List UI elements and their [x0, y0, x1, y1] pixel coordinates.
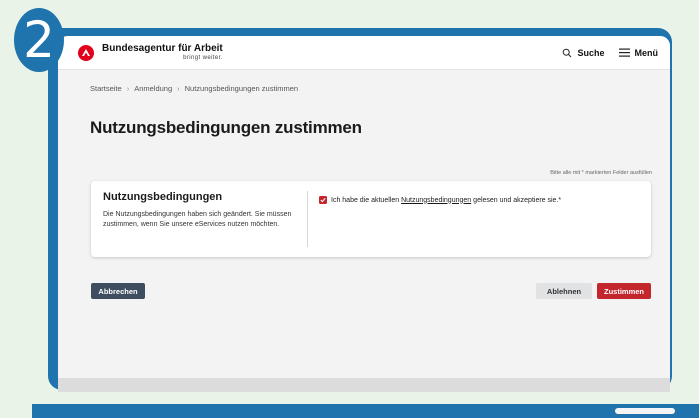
checkmark-icon — [320, 197, 326, 203]
menu-label: Menü — [634, 47, 659, 58]
breadcrumb-item-startseite[interactable]: Startseite — [90, 84, 122, 93]
chevron-right-icon: › — [177, 84, 180, 93]
bottom-pill — [615, 408, 675, 414]
terms-card-title: Nutzungsbedingungen — [103, 191, 223, 203]
search-icon — [563, 48, 572, 57]
menu-button[interactable]: Menü — [618, 47, 659, 58]
breadcrumb: Startseite › Anmeldung › Nutzungsbedingu… — [90, 84, 298, 93]
accept-button[interactable]: Zustimmen — [597, 283, 651, 299]
terms-link[interactable]: Nutzungsbedingungen — [401, 197, 471, 204]
required-fields-hint: Bitte alle mit * markierten Felder ausfü… — [550, 170, 652, 176]
hamburger-menu-icon — [618, 48, 630, 57]
footer-strip — [58, 378, 670, 392]
bottom-bar — [32, 404, 699, 418]
cancel-button[interactable]: Abbrechen — [91, 283, 145, 299]
terms-checkbox[interactable] — [319, 196, 327, 204]
brand-tagline: bringt weiter. — [183, 54, 223, 61]
divider — [307, 191, 308, 247]
search-button[interactable]: Suche — [562, 47, 605, 58]
consent-text-after: gelesen und akzeptiere sie.* — [473, 196, 562, 204]
breadcrumb-item-current: Nutzungsbedingungen zustimmen — [184, 84, 299, 93]
brand-name: Bundesagentur für Arbeit — [102, 43, 223, 55]
terms-card-info: Nutzungsbedingungen Die Nutzungsbedingun… — [103, 191, 293, 230]
consent-text-before: Ich habe die aktuellen — [331, 196, 400, 204]
site-header: Bundesagentur für Arbeit bringt weiter. … — [58, 36, 670, 70]
page-title: Nutzungsbedingungen zustimmen — [90, 118, 362, 137]
ba-logo-icon[interactable] — [78, 44, 94, 61]
chevron-right-icon: › — [126, 84, 130, 93]
search-label: Suche — [577, 47, 605, 58]
terms-card-description: Die Nutzungsbedingungen haben sich geänd… — [103, 211, 292, 228]
brand[interactable]: Bundesagentur für Arbeit bringt weiter. — [102, 44, 223, 61]
browser-window: Bundesagentur für Arbeit bringt weiter. … — [58, 36, 670, 392]
terms-consent-row: Ich habe die aktuellen Nutzungsbedingung… — [319, 196, 561, 204]
breadcrumb-item-anmeldung[interactable]: Anmeldung — [134, 84, 172, 93]
decline-button[interactable]: Ablehnen — [536, 283, 592, 299]
terms-card: Nutzungsbedingungen Die Nutzungsbedingun… — [91, 181, 651, 257]
step-number-badge: 2 — [14, 8, 64, 72]
